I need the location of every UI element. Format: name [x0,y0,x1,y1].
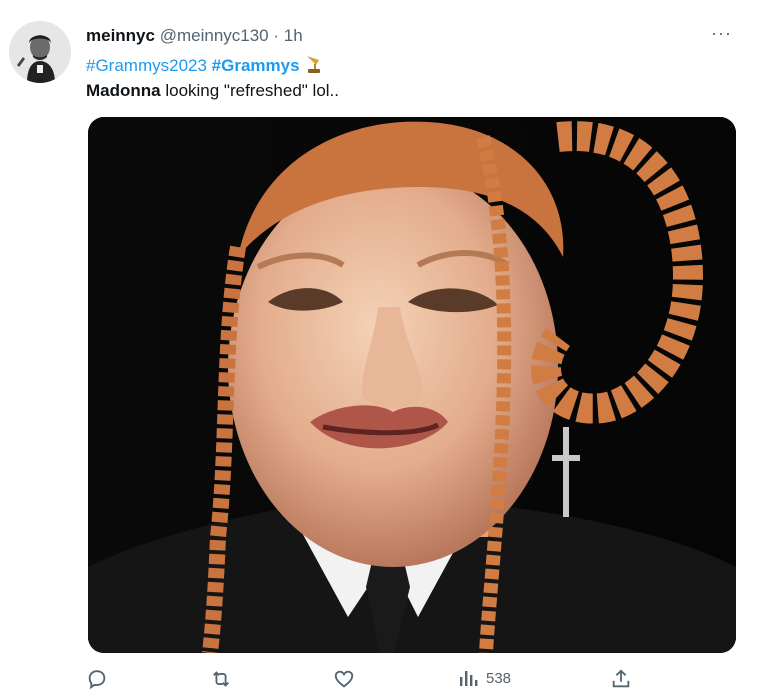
share-icon [610,668,632,690]
more-dots-icon[interactable]: ··· [711,24,732,42]
hashtag-link[interactable]: #Grammys2023 [86,56,207,75]
heart-icon [333,668,355,690]
retweet-icon [209,668,233,690]
timestamp[interactable]: 1h [284,26,303,45]
views-button[interactable]: 538 [458,668,511,688]
separator-dot: · [273,26,280,45]
reply-icon [86,668,108,690]
tweet-text: Madonna looking "refreshed" lol.. [86,80,339,102]
gramophone-icon [303,54,323,80]
share-button[interactable] [610,668,632,690]
like-button[interactable] [333,668,355,690]
views-bar-chart-icon [458,668,478,688]
action-bar: 538 [0,664,768,700]
hashtag-line: #Grammys2023 #Grammys [86,54,323,80]
avatar[interactable] [9,21,71,83]
tweet-card: meinnyc @meinnyc130 · 1h ··· #Grammys202… [0,0,768,700]
tweet-text-bold: Madonna [86,81,161,100]
tweet-media-image[interactable] [88,117,736,653]
tweet-header: meinnyc @meinnyc130 · 1h [86,26,303,46]
reply-button[interactable] [86,668,108,690]
views-count: 538 [486,669,512,687]
user-handle[interactable]: @meinnyc130 [160,26,269,45]
display-name[interactable]: meinnyc [86,26,155,45]
retweet-button[interactable] [209,668,233,690]
hashtag-link[interactable]: #Grammys [212,56,300,75]
tweet-text-body: looking "refreshed" lol.. [160,81,339,100]
